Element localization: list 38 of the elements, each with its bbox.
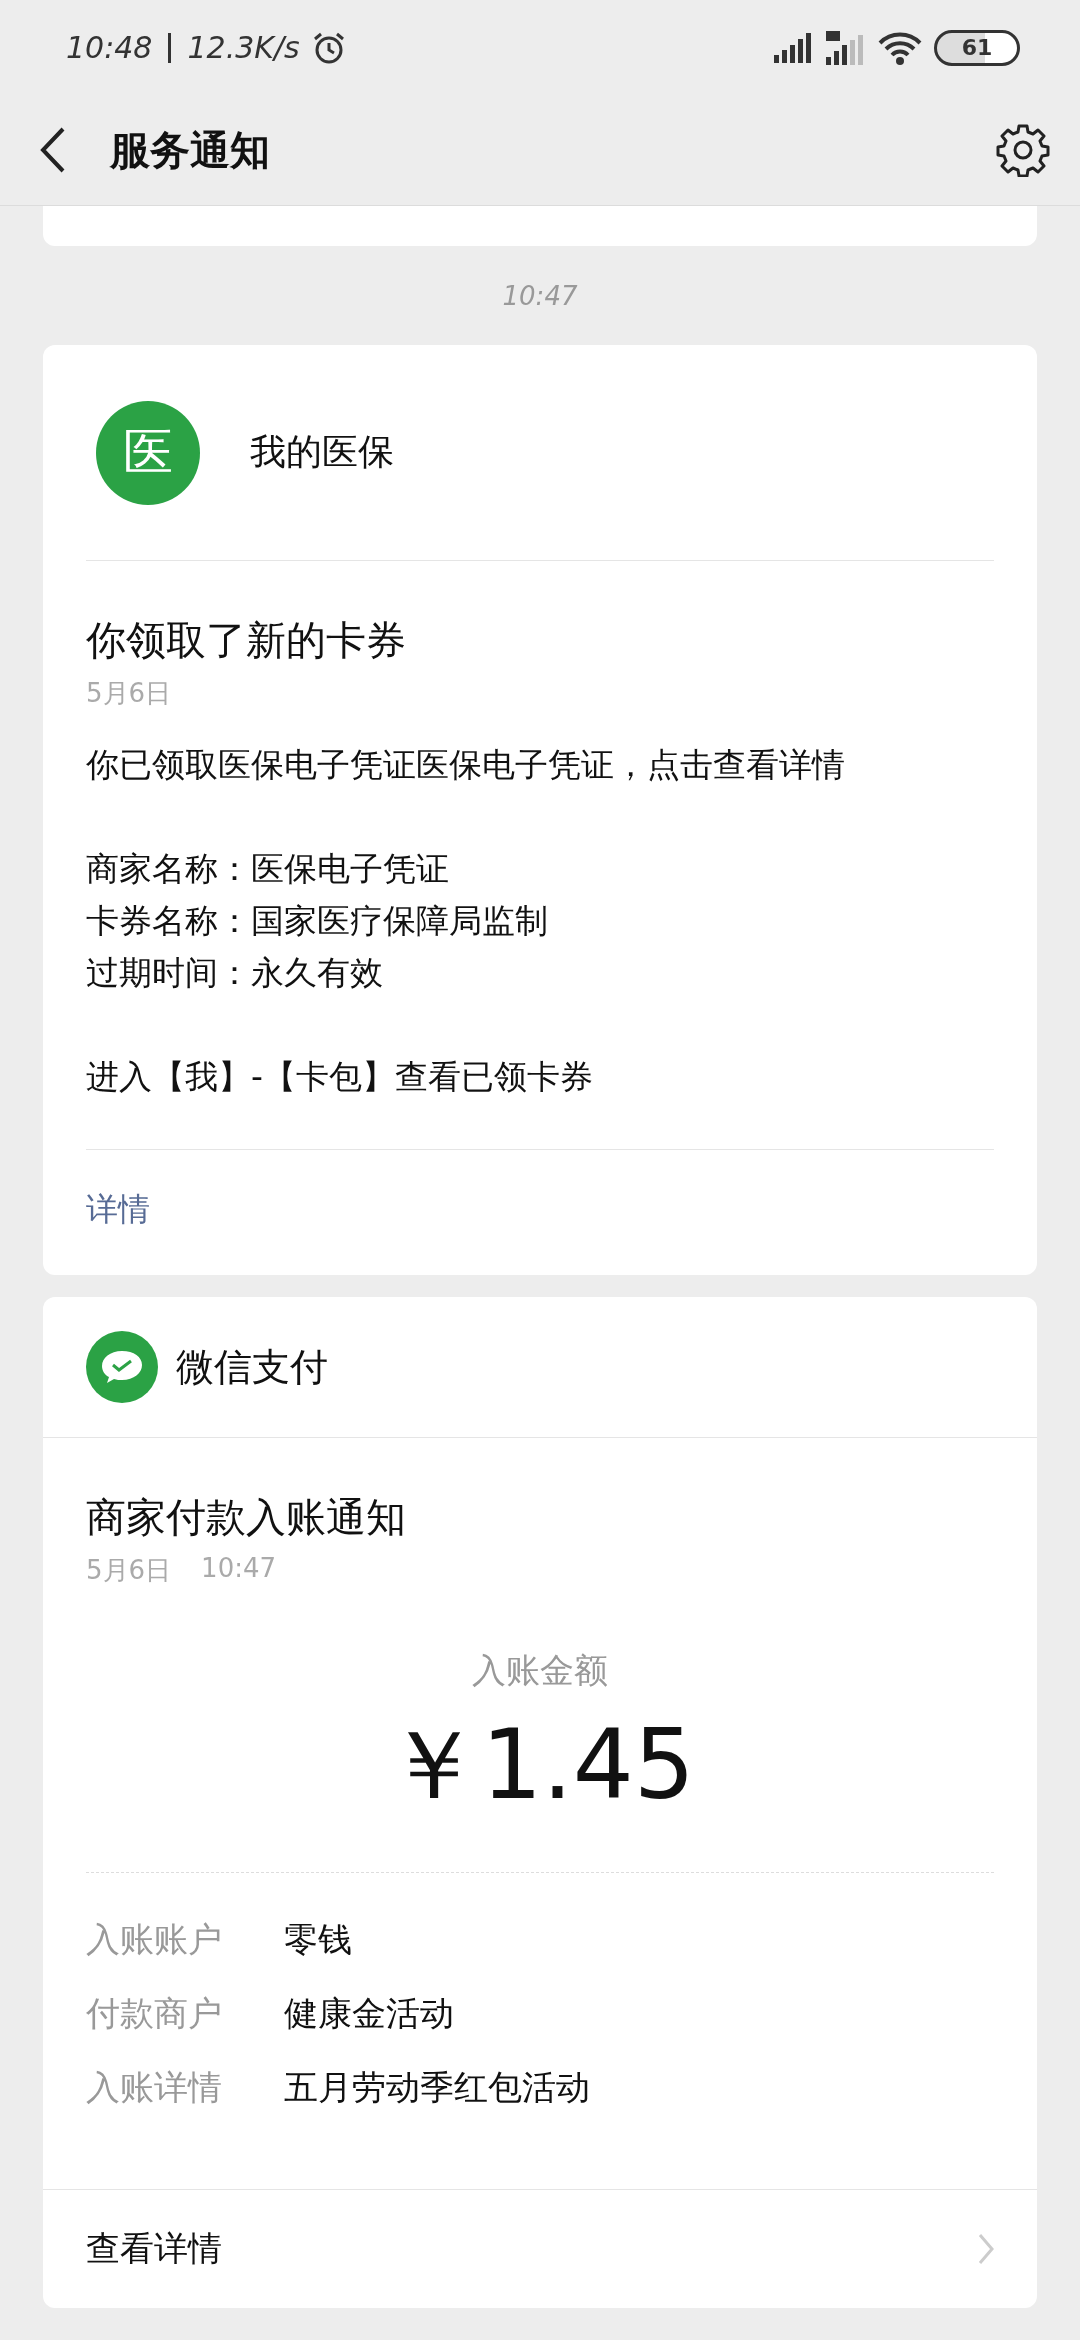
field-label: 入账账户 — [86, 1918, 222, 1961]
message-time: 10:47 — [501, 280, 579, 313]
notice-card[interactable]: 医 我的医保 你领取了新的卡券 5月6日 你已领取医保电子凭证医保电子凭证，点击查看详情 商家名称：医保电子凭证 卡券名称：国家医疗保障局监制 过期时间：永久有效 进入【我】-【卡包】查看已领卡券 详情 — [43, 345, 1037, 1275]
message-text: 商家名称：医保电子凭证 — [86, 848, 450, 890]
account-name: 我的医保 — [250, 430, 394, 474]
account-avatar: 医 — [96, 400, 200, 505]
alarm-icon — [311, 30, 346, 65]
message-text: 卡券名称：国家医疗保障局监制 — [86, 900, 549, 942]
account-name: 微信支付 — [176, 1343, 328, 1391]
message-text: 你已领取医保电子凭证医保电子凭证，点击查看详情 — [86, 744, 846, 786]
payment-card[interactable]: 微信支付 商家付款入账通知 5月6日 10:47 入账金额 ￥1.45 入账账户 零钱 付款商户 健康金活动 入账详情 五月劳动季红包活动 查看详情 — [43, 1297, 1037, 2308]
message-time: 10:47 — [201, 1553, 277, 1585]
field-label: 入账详情 — [86, 2066, 222, 2109]
details-link[interactable]: 详情 — [86, 1150, 994, 1275]
message-date: 5月6日 — [86, 677, 173, 710]
battery-icon: 61 — [934, 29, 1020, 66]
view-details-row[interactable]: 查看详情 — [43, 2189, 1037, 2308]
amount-value: ￥1.45 — [384, 1708, 696, 1823]
signal-icon — [774, 32, 814, 63]
chevron-right-icon — [978, 2233, 994, 2265]
page-title: 服务通知 — [110, 125, 271, 175]
message-date: 5月6日 — [86, 1554, 172, 1587]
wechat-pay-icon — [86, 1331, 158, 1403]
field-value: 五月劳动季红包活动 — [284, 2066, 590, 2109]
message-title: 你领取了新的卡券 — [86, 616, 407, 665]
field-label: 付款商户 — [86, 1992, 222, 2035]
back-icon[interactable] — [40, 127, 66, 173]
wifi-icon — [878, 30, 922, 65]
field-value: 健康金活动 — [284, 1992, 454, 2035]
clock-time: 10:48 — [66, 30, 153, 65]
message-text: 过期时间：永久有效 — [86, 952, 384, 994]
message-text: 进入【我】-【卡包】查看已领卡券 — [86, 1056, 594, 1098]
network-speed: 12.3K/s — [187, 30, 300, 65]
amount-label: 入账金额 — [471, 1649, 609, 1692]
message-title: 商家付款入账通知 — [86, 1493, 407, 1542]
field-value: 零钱 — [284, 1918, 352, 1961]
settings-icon[interactable] — [996, 123, 1050, 177]
hd-signal-icon — [826, 30, 866, 65]
